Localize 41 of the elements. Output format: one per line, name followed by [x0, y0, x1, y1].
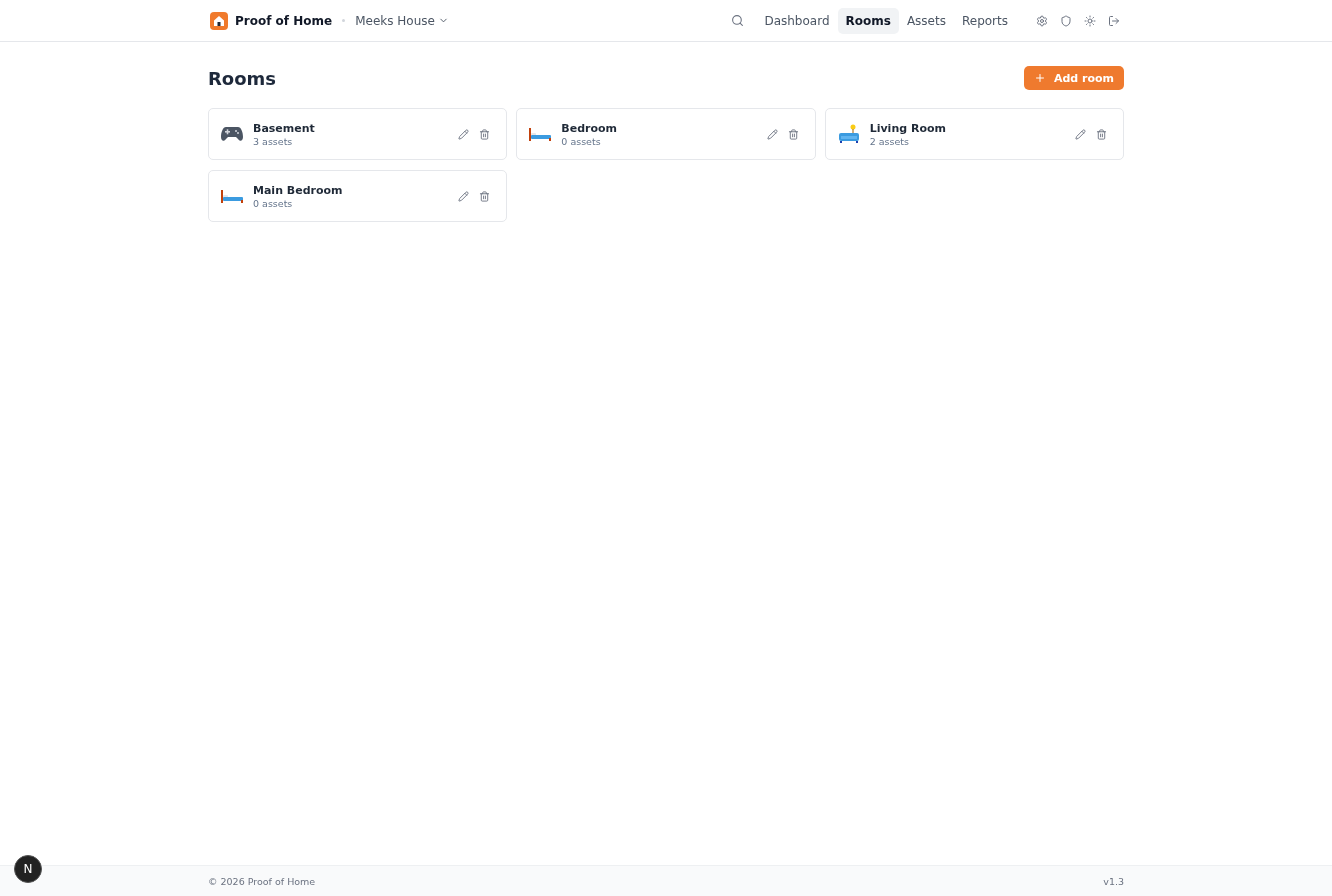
asset-count: 0 assets	[561, 135, 602, 147]
page-title: Rooms	[208, 67, 277, 89]
bed-icon	[529, 127, 552, 141]
nav-tab[interactable]: Dashboard	[756, 7, 838, 34]
copyright-text: © 2026 Proof of Home	[208, 875, 316, 887]
room-name: Basement	[253, 121, 316, 135]
edit-icon[interactable]	[1075, 128, 1086, 140]
edit-icon[interactable]	[458, 128, 470, 140]
bed-icon	[221, 189, 243, 203]
room-name: Bedroom	[561, 121, 619, 135]
sun-icon[interactable]	[1084, 14, 1096, 27]
house-switcher[interactable]: Meeks House	[355, 13, 449, 28]
dev-badge[interactable]: N	[14, 855, 42, 883]
edit-icon[interactable]	[458, 190, 470, 202]
asset-count: 3 assets	[253, 135, 294, 147]
nav-tab[interactable]: Reports	[953, 7, 1016, 34]
gamepad-icon	[221, 126, 243, 142]
couch-icon	[837, 124, 860, 144]
asset-count: 2 assets	[869, 135, 910, 147]
nav-tab[interactable]: Assets	[898, 7, 954, 34]
settings-icon[interactable]	[1036, 14, 1048, 27]
trash-icon[interactable]	[479, 128, 491, 140]
plus-icon	[1033, 72, 1046, 84]
asset-count: 0 assets	[253, 197, 294, 209]
brand-name: Proof of Home	[235, 13, 333, 28]
room-card[interactable]: Main Bedroom 0 assets	[208, 170, 508, 222]
logout-icon[interactable]	[1108, 14, 1120, 27]
room-name: Main Bedroom	[253, 183, 344, 197]
room-card[interactable]: Basement 3 assets	[208, 108, 508, 160]
shield-icon[interactable]	[1060, 14, 1072, 27]
edit-icon[interactable]	[766, 128, 778, 140]
version-text: v1.3	[1103, 875, 1124, 887]
trash-icon[interactable]	[1096, 128, 1107, 140]
room-card[interactable]: Living Room 2 assets	[824, 108, 1124, 160]
search-icon[interactable]	[731, 14, 745, 27]
nav-tab[interactable]: Rooms	[837, 7, 899, 34]
room-name: Living Room	[869, 121, 947, 135]
trash-icon[interactable]	[479, 190, 491, 202]
trash-icon[interactable]	[787, 128, 799, 140]
room-card[interactable]: Bedroom 0 assets	[516, 108, 816, 160]
house-logo-icon	[210, 11, 228, 30]
